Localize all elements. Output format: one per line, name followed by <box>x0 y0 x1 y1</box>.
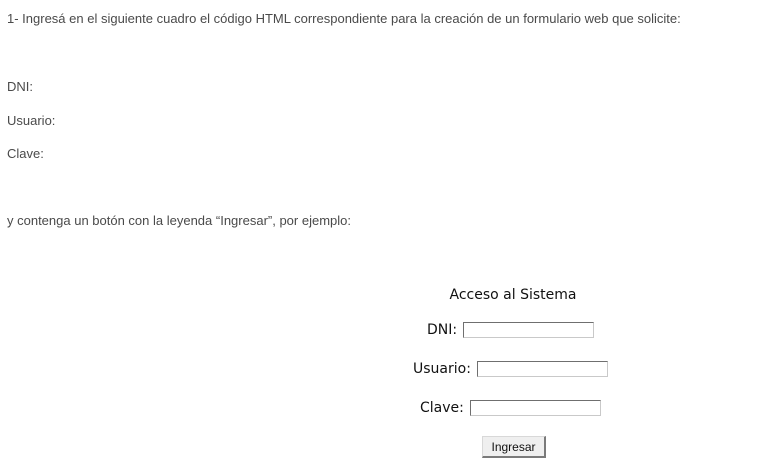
dni-label: DNI: <box>427 322 458 338</box>
dni-row: DNI: <box>427 321 595 339</box>
usuario-row: Usuario: <box>413 360 608 378</box>
form-title: Acceso al Sistema <box>449 287 577 303</box>
dni-input[interactable] <box>463 322 595 338</box>
clave-input[interactable] <box>469 400 601 416</box>
usuario-label: Usuario: <box>413 361 471 377</box>
usuario-input[interactable] <box>476 361 608 377</box>
clave-row: Clave: <box>420 399 601 417</box>
ingresar-button[interactable]: Ingresar <box>482 436 546 458</box>
closing-instruction-text: y contenga un botón con la leyenda “Ingr… <box>7 213 351 228</box>
field-list-item-dni: DNI: <box>7 79 33 94</box>
instruction-text: 1- Ingresá en el siguiente cuadro el cód… <box>7 11 681 26</box>
field-list-item-clave: Clave: <box>7 146 44 161</box>
field-list-item-usuario: Usuario: <box>7 113 56 128</box>
clave-label: Clave: <box>420 400 464 416</box>
